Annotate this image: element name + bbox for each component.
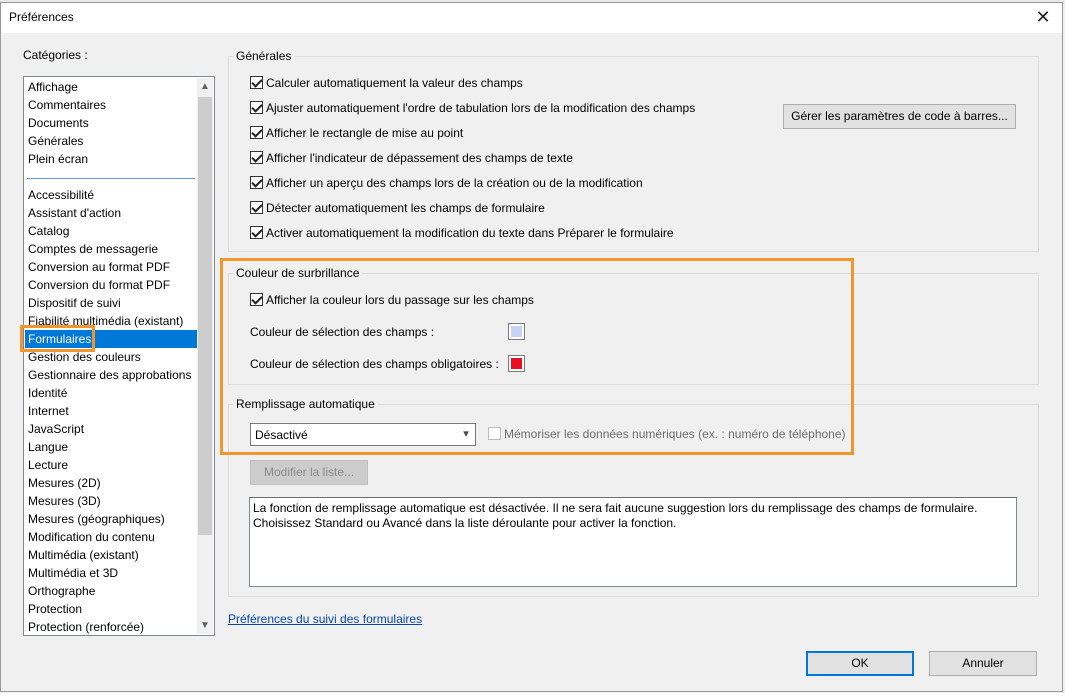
annotation-highlight-section: [220, 258, 854, 455]
category-item[interactable]: Mesures (géographiques): [25, 510, 197, 528]
category-item[interactable]: Identité: [25, 384, 197, 402]
categories-scrollbar[interactable]: ▲ ▼: [197, 78, 213, 634]
cancel-button[interactable]: Annuler: [929, 651, 1037, 676]
checkbox[interactable]: [250, 201, 263, 214]
general-option-label: Détecter automatiquement les champs de f…: [266, 201, 545, 215]
category-item[interactable]: Conversion au format PDF: [25, 258, 197, 276]
category-item[interactable]: JavaScript: [25, 420, 197, 438]
category-item[interactable]: Orthographe: [25, 582, 197, 600]
general-option-label: Afficher le rectangle de mise au point: [266, 126, 464, 140]
category-item[interactable]: Protection: [25, 600, 197, 618]
general-option[interactable]: Afficher un aperçu des champs lors de la…: [250, 176, 643, 192]
title-bar: Préférences ✕: [1, 3, 1062, 33]
category-item[interactable]: Internet: [25, 402, 197, 420]
autofill-info-box: La fonction de remplissage automatique e…: [249, 497, 1017, 587]
category-item[interactable]: Générales: [25, 132, 197, 150]
general-option-label: Ajuster automatiquement l'ordre de tabul…: [266, 101, 696, 115]
category-item[interactable]: Documents: [25, 114, 197, 132]
general-option-label: Afficher un aperçu des champs lors de la…: [266, 176, 643, 190]
edit-list-button[interactable]: Modifier la liste...: [250, 460, 368, 485]
category-item[interactable]: Comptes de messagerie: [25, 240, 197, 258]
category-item[interactable]: Plein écran: [25, 150, 197, 168]
category-item[interactable]: Mesures (3D): [25, 492, 197, 510]
category-item[interactable]: Dispositif de suivi: [25, 294, 197, 312]
close-icon[interactable]: ✕: [1032, 6, 1054, 28]
category-item[interactable]: Assistant d'action: [25, 204, 197, 222]
category-item[interactable]: Commentaires: [25, 96, 197, 114]
general-option-label: Calculer automatiquement la valeur des c…: [266, 76, 523, 90]
category-item[interactable]: Modification du contenu: [25, 528, 197, 546]
checkbox[interactable]: [250, 76, 263, 89]
checkbox[interactable]: [250, 176, 263, 189]
checkbox[interactable]: [250, 151, 263, 164]
annotation-highlight-category: [20, 325, 95, 352]
general-option[interactable]: Détecter automatiquement les champs de f…: [250, 201, 545, 217]
autofill-info-line: Choisissez Standard ou Avancé dans la li…: [253, 516, 677, 530]
categories-list[interactable]: Affichage Commentaires Documents Général…: [23, 76, 215, 636]
category-item[interactable]: Accessibilité: [25, 186, 197, 204]
window-title: Préférences: [9, 10, 74, 24]
category-item[interactable]: Affichage: [25, 78, 197, 96]
ok-button[interactable]: OK: [806, 651, 914, 676]
general-option-label: Activer automatiquement la modification …: [266, 226, 674, 240]
category-item[interactable]: Multimédia (existant): [25, 546, 197, 564]
category-item[interactable]: Langue: [25, 438, 197, 456]
chevron-up-icon[interactable]: ▲: [197, 78, 213, 95]
category-separator: [27, 178, 195, 179]
categories-label: Catégories :: [23, 48, 88, 62]
checkbox[interactable]: [250, 226, 263, 239]
scrollbar-thumb[interactable]: [198, 97, 212, 535]
general-option[interactable]: Afficher l'indicateur de dépassement des…: [250, 151, 573, 167]
category-item[interactable]: Multimédia et 3D: [25, 564, 197, 582]
autofill-info-line: La fonction de remplissage automatique e…: [253, 501, 978, 515]
category-item[interactable]: Mesures (2D): [25, 474, 197, 492]
category-item[interactable]: Gestionnaire des approbations: [25, 366, 197, 384]
general-group-title: Générales: [233, 49, 295, 63]
category-item[interactable]: Lecture: [25, 456, 197, 474]
checkbox[interactable]: [250, 126, 263, 139]
general-option[interactable]: Ajuster automatiquement l'ordre de tabul…: [250, 101, 695, 117]
general-option-label: Afficher l'indicateur de dépassement des…: [266, 151, 573, 165]
category-item[interactable]: Catalog: [25, 222, 197, 240]
barcode-settings-button[interactable]: Gérer les paramètres de code à barres...: [783, 104, 1016, 129]
category-item[interactable]: Protection (renforcée): [25, 618, 197, 635]
general-option[interactable]: Calculer automatiquement la valeur des c…: [250, 76, 523, 92]
checkbox[interactable]: [250, 101, 263, 114]
general-option[interactable]: Afficher le rectangle de mise au point: [250, 126, 463, 142]
form-tracker-preferences-link[interactable]: Préférences du suivi des formulaires: [228, 612, 422, 626]
category-item[interactable]: Conversion du format PDF: [25, 276, 197, 294]
chevron-down-icon[interactable]: ▼: [197, 617, 213, 634]
background-strip-bottom: [0, 693, 1065, 697]
general-option[interactable]: Activer automatiquement la modification …: [250, 226, 674, 242]
